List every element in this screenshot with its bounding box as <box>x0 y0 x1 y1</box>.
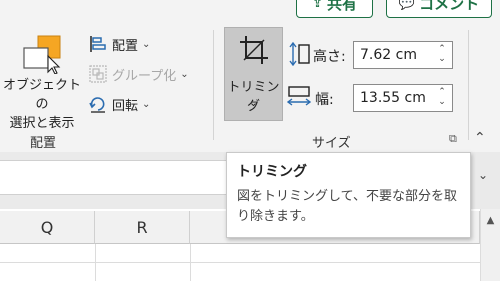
align-button[interactable]: 配置 ⌄ <box>88 34 150 54</box>
collapse-ribbon-icon[interactable]: ⌃ <box>474 130 486 146</box>
group-separator <box>213 30 214 140</box>
spin-down-icon: ⌄ <box>438 97 446 107</box>
rotate-button[interactable]: 回転 ⌄ <box>88 94 150 114</box>
selection-pane-icon <box>23 35 61 74</box>
height-spinner[interactable]: ⌃ ⌄ <box>436 44 448 64</box>
share-icon: ⇪ <box>312 0 323 11</box>
comments-button[interactable]: 💬 コメント <box>386 0 492 18</box>
comments-button-label: コメント <box>419 0 480 13</box>
align-icon <box>90 36 106 52</box>
chevron-down-icon: ⌄ <box>142 98 151 110</box>
vertical-scrollbar[interactable]: ▲ <box>480 209 500 281</box>
formula-expand-icon[interactable]: ⌄ <box>478 168 488 182</box>
column-header-r[interactable]: R <box>95 211 190 244</box>
dialog-launcher-icon[interactable]: ⧉ <box>449 132 457 146</box>
selection-pane-label-1: オブジェクトの <box>2 78 81 112</box>
height-icon <box>289 42 310 66</box>
width-icon <box>287 86 312 106</box>
chevron-down-icon: ⌄ <box>142 38 151 50</box>
share-button-label: 共有 <box>326 0 357 13</box>
group-separator <box>468 30 469 140</box>
rotate-label: 回転 <box>112 98 139 114</box>
size-group-label: サイズ <box>312 136 351 151</box>
column-header-q[interactable]: Q <box>0 211 95 244</box>
width-label: 幅: <box>315 92 334 108</box>
group-label: グループ化 <box>112 68 177 84</box>
crop-tooltip: トリミング 図をトリミングして、不要な部分を取 り除きます。 <box>226 152 471 238</box>
comment-icon: 💬 <box>398 0 416 11</box>
arrange-group-label: 配置 <box>30 136 57 151</box>
selection-pane-button[interactable]: オブジェクトの 選択と表示 <box>0 30 84 131</box>
tooltip-body-line2: り除きます。 <box>237 209 314 224</box>
height-label: 高さ: <box>313 49 346 65</box>
crop-icon <box>240 36 268 64</box>
group-button[interactable]: グループ化 ⌄ <box>88 64 189 84</box>
selection-pane-label-2: 選択と表示 <box>9 116 75 131</box>
width-spinner[interactable]: ⌃ ⌄ <box>436 87 448 107</box>
align-label: 配置 <box>112 38 139 54</box>
crop-button[interactable]: トリミング ⌄ <box>224 27 283 121</box>
share-button[interactable]: ⇪ 共有 <box>296 0 373 18</box>
rotate-icon <box>89 97 105 113</box>
grid-line <box>0 262 480 263</box>
spin-up-icon: ⌃ <box>438 44 446 54</box>
tooltip-body-line1: 図をトリミングして、不要な部分を取 <box>237 189 457 204</box>
spin-up-icon: ⌃ <box>438 87 446 97</box>
chevron-down-icon: ⌄ <box>180 68 189 80</box>
chevron-down-icon: ⌄ <box>248 96 259 109</box>
group-icon <box>89 65 107 83</box>
tooltip-title: トリミング <box>237 164 307 180</box>
spin-down-icon: ⌄ <box>438 54 446 64</box>
scroll-up-icon[interactable]: ▲ <box>481 215 500 226</box>
